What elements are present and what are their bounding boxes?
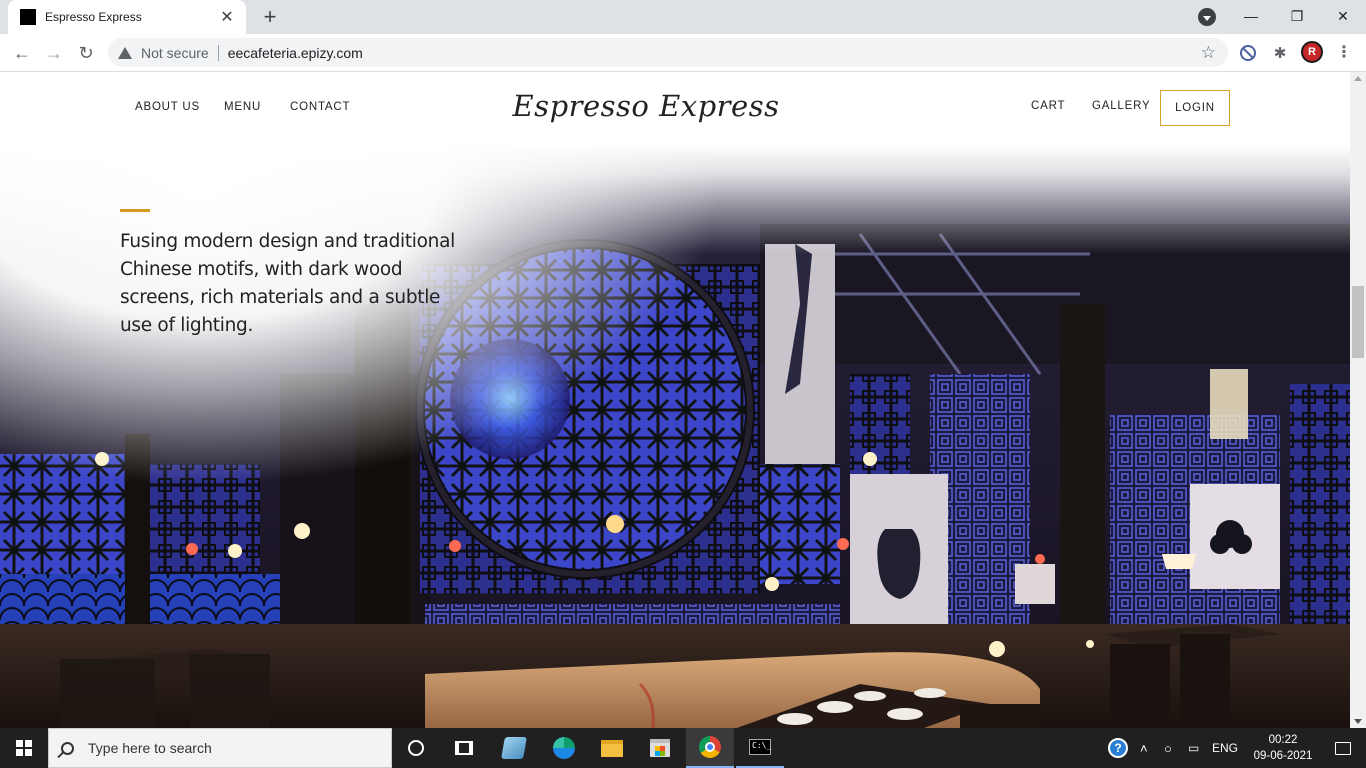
taskbar-search-box[interactable]: Type here to search <box>48 728 392 768</box>
search-icon <box>61 741 74 755</box>
tab-close-icon[interactable]: ✕ <box>218 8 236 26</box>
hero-description: Fusing modern design and traditional Chi… <box>120 231 455 336</box>
site-favicon <box>20 9 36 25</box>
nav-about-us[interactable]: ABOUT US <box>135 101 200 113</box>
warning-icon <box>118 46 132 59</box>
url-text[interactable]: eecafeteria.epizy.com <box>228 45 1201 61</box>
windows-taskbar: Type here to search C:\_ ? ˄ ○ ▭ ENG 00:… <box>0 728 1366 768</box>
terminal-icon[interactable]: C:\_ <box>736 728 784 768</box>
browser-tab[interactable]: Espresso Express ✕ <box>8 0 246 34</box>
address-bar[interactable]: Not secure eecafeteria.epizy.com ☆ <box>108 38 1228 67</box>
task-view-icon[interactable] <box>440 728 488 768</box>
divider <box>217 44 219 61</box>
profile-avatar[interactable]: R <box>1301 41 1323 63</box>
language-indicator[interactable]: ENG <box>1212 728 1238 768</box>
scroll-down-arrow-icon[interactable] <box>1354 719 1362 724</box>
wifi-icon[interactable]: ○ <box>1164 728 1172 768</box>
accent-divider <box>120 209 150 212</box>
scroll-thumb[interactable] <box>1352 286 1364 358</box>
nav-contact[interactable]: CONTACT <box>290 101 350 113</box>
new-tab-button[interactable]: + <box>256 4 284 30</box>
store-icon[interactable] <box>636 728 684 768</box>
site-header: ABOUT US MENU CONTACT Espresso Express C… <box>0 72 1350 144</box>
block-extension-icon[interactable] <box>1238 43 1258 63</box>
start-button[interactable] <box>0 728 48 768</box>
forward-arrow-icon[interactable]: → <box>40 39 68 67</box>
hero-section: Fusing modern design and traditional Chi… <box>0 144 1350 728</box>
restore-button[interactable]: ❐ <box>1274 0 1320 32</box>
taskbar-clock[interactable]: 00:22 09-06-2021 <box>1250 732 1316 764</box>
battery-icon[interactable]: ▭ <box>1188 728 1199 768</box>
clock-date: 09-06-2021 <box>1253 750 1313 762</box>
window-close-button[interactable]: ✕ <box>1320 0 1366 32</box>
search-placeholder: Type here to search <box>88 740 212 756</box>
cortana-icon[interactable] <box>392 728 440 768</box>
page-viewport: ABOUT US MENU CONTACT Espresso Express C… <box>0 72 1350 728</box>
tab-strip: Espresso Express ✕ + — ❐ ✕ <box>0 0 1366 34</box>
file-explorer-icon[interactable] <box>588 728 636 768</box>
help-icon[interactable]: ? <box>1108 728 1128 768</box>
windows-logo-icon <box>16 740 32 756</box>
login-button[interactable]: LOGIN <box>1160 90 1230 126</box>
security-label[interactable]: Not secure <box>141 45 209 61</box>
brand-logo-text[interactable]: Espresso Express <box>470 89 822 123</box>
tab-search-icon[interactable] <box>1198 8 1216 26</box>
back-arrow-icon[interactable]: ← <box>8 39 36 67</box>
reload-icon[interactable]: ↻ <box>72 39 100 67</box>
extensions-puzzle-icon[interactable]: ✱ <box>1270 43 1290 63</box>
chrome-icon[interactable] <box>686 728 734 768</box>
tray-chevron-icon[interactable]: ˄ <box>1140 728 1148 768</box>
bookmark-star-icon[interactable]: ☆ <box>1201 43 1216 63</box>
nav-menu[interactable]: MENU <box>224 101 261 113</box>
minimize-button[interactable]: — <box>1228 0 1274 32</box>
browser-toolbar: ← → ↻ Not secure eecafeteria.epizy.com ☆… <box>0 34 1366 72</box>
chrome-menu-icon[interactable]: ⋮ <box>1334 42 1354 62</box>
notification-icon[interactable] <box>1320 728 1366 768</box>
page-scrollbar[interactable] <box>1350 72 1366 728</box>
nav-cart[interactable]: CART <box>1031 100 1065 112</box>
clock-time: 00:22 <box>1268 734 1298 746</box>
edge-icon[interactable] <box>540 728 588 768</box>
app-icon[interactable] <box>490 728 538 768</box>
scroll-up-arrow-icon[interactable] <box>1354 76 1362 81</box>
tab-title: Espresso Express <box>45 10 142 24</box>
nav-gallery[interactable]: GALLERY <box>1092 100 1150 112</box>
